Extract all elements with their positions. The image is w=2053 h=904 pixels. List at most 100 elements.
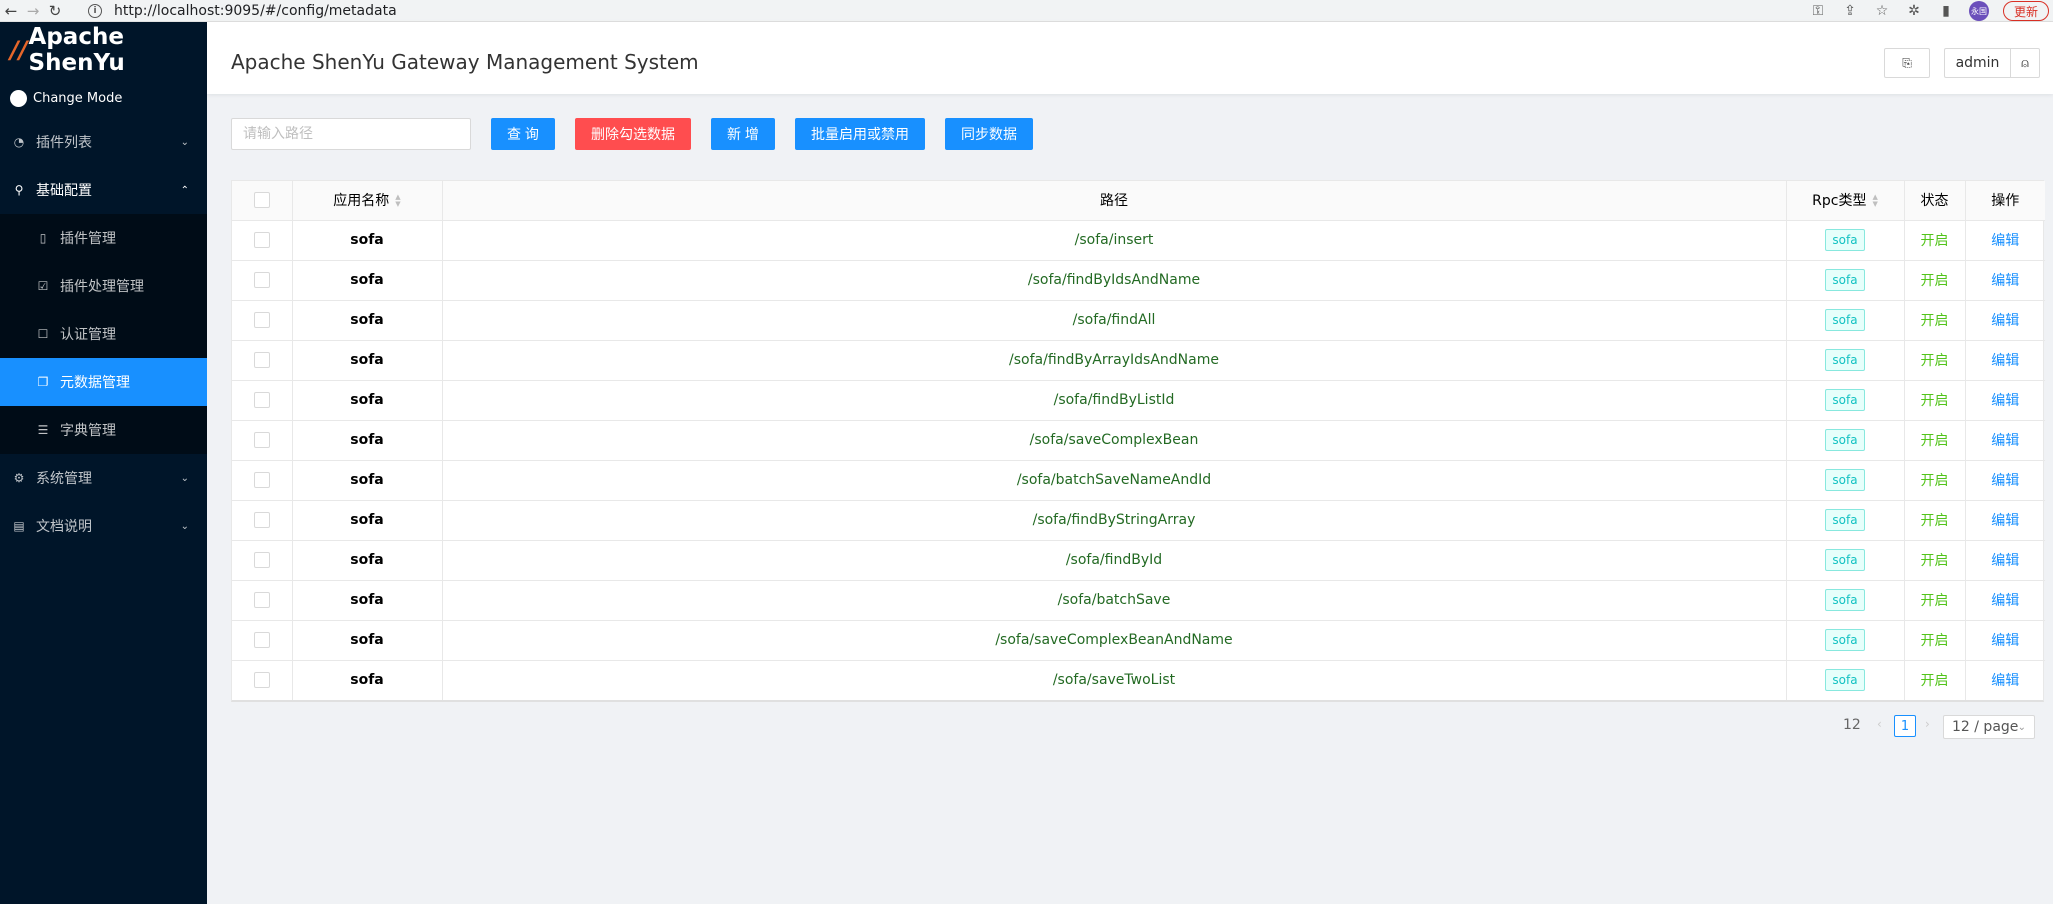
query-button[interactable]: 查 询	[491, 118, 555, 150]
profile-avatar[interactable]: 永国	[1968, 1, 1989, 21]
sort-icon[interactable]: ▲ ▼	[395, 194, 400, 208]
select-all-checkbox[interactable]	[253, 192, 270, 209]
sort-icon[interactable]: ▲ ▼	[1872, 194, 1877, 208]
row-checkbox[interactable]	[253, 552, 270, 568]
sidebar-item-label: 基础配置	[36, 183, 92, 199]
update-button[interactable]: 更新	[2002, 1, 2049, 21]
sidebar-item-plugin-management[interactable]: ▯ 插件管理	[0, 214, 207, 262]
sidebar-item-metadata-management[interactable]: ❐ 元数据管理	[0, 358, 207, 406]
row-checkbox[interactable]	[253, 632, 270, 648]
user-avatar-button[interactable]: ⍝	[2010, 48, 2040, 78]
sidebar-item-plugin-handle-management[interactable]: ☑ 插件处理管理	[0, 262, 207, 310]
info-icon[interactable]: i	[88, 4, 102, 18]
path-cell: /sofa/findByListId	[442, 380, 1787, 421]
table-body: sofa/sofa/insert sofa 开启 编辑 sofa/sofa/findBy…	[232, 220, 2045, 700]
action-cell: 编辑	[1965, 300, 2045, 341]
browser-toolbar: ← → ↻ i http://localhost:9095/#/config/m…	[0, 0, 2053, 22]
row-checkbox[interactable]	[253, 672, 270, 689]
row-checkbox[interactable]	[253, 512, 270, 528]
table-row: sofa/sofa/findAll sofa 开启 编辑	[232, 300, 2045, 341]
edit-link[interactable]: 编辑	[1991, 673, 2019, 689]
batch-enable-button[interactable]: 批量启用或禁用	[795, 118, 925, 150]
sidepanel-icon[interactable]: ▮	[1937, 3, 1955, 19]
edit-link[interactable]: 编辑	[1991, 233, 2019, 249]
sidebar-item-system-management[interactable]: ⚙ 系统管理 ⌄	[0, 454, 207, 502]
forward-icon[interactable]: →	[22, 0, 44, 22]
sidebar-item-docs[interactable]: ▤ 文档说明 ⌄	[0, 502, 207, 550]
edit-link[interactable]: 编辑	[1991, 353, 2019, 369]
row-checkbox[interactable]	[253, 352, 270, 368]
path-search-input[interactable]	[231, 118, 471, 150]
url-text: http://localhost:9095/#/config/metadata	[114, 3, 397, 19]
edit-link[interactable]: 编辑	[1991, 393, 2019, 409]
status-cell: 开启	[1904, 340, 1966, 381]
rpc-type-cell: sofa	[1786, 460, 1905, 501]
rpc-type-cell: sofa	[1786, 500, 1905, 541]
row-checkbox[interactable]	[253, 392, 270, 408]
delete-selected-button[interactable]: 删除勾选数据	[575, 118, 691, 150]
action-cell: 编辑	[1965, 540, 2045, 581]
change-mode-toggle[interactable]: Change Mode	[0, 78, 207, 118]
rpc-type-cell: sofa	[1786, 580, 1905, 621]
sidebar: // Apache ShenYu Change Mode ◔ 插件列表 ⌄ ⚲ …	[0, 22, 207, 904]
action-cell: 编辑	[1965, 660, 2045, 700]
edit-link[interactable]: 编辑	[1991, 473, 2019, 489]
column-app-name[interactable]: 应用名称 ▲ ▼	[292, 181, 443, 221]
status-cell: 开启	[1904, 620, 1966, 661]
path-cell: /sofa/saveTwoList	[442, 660, 1787, 700]
browser-actions: ⚿ ⇪ ☆ ✲ ▮ 永国 更新	[1809, 0, 2053, 22]
star-icon[interactable]: ☆	[1873, 3, 1891, 19]
column-rpc-type[interactable]: Rpc类型 ▲ ▼	[1786, 181, 1905, 221]
edit-link[interactable]: 编辑	[1991, 313, 2019, 329]
rpc-type-cell: sofa	[1786, 420, 1905, 461]
share-icon[interactable]: ⇪	[1841, 3, 1859, 19]
row-checkbox[interactable]	[253, 432, 270, 448]
app-name-cell: sofa	[292, 460, 443, 501]
key-icon[interactable]: ⚿	[1809, 3, 1827, 19]
row-checkbox[interactable]	[253, 272, 270, 288]
rpc-type-cell: sofa	[1786, 220, 1905, 261]
address-bar[interactable]: i http://localhost:9095/#/config/metadat…	[88, 1, 1798, 21]
page-size-select[interactable]: 12 / page ⌄	[1943, 715, 2035, 739]
page-title: Apache ShenYu Gateway Management System	[231, 50, 699, 74]
column-status: 状态	[1904, 181, 1966, 221]
import-icon: ⎘	[1902, 55, 1912, 70]
back-icon[interactable]: ←	[0, 0, 22, 22]
row-checkbox[interactable]	[253, 472, 270, 488]
edit-link[interactable]: 编辑	[1991, 433, 2019, 449]
import-button[interactable]: ⎘	[1884, 48, 1930, 78]
extensions-icon[interactable]: ✲	[1905, 3, 1923, 19]
reload-icon[interactable]: ↻	[44, 0, 66, 22]
edit-link[interactable]: 编辑	[1991, 273, 2019, 289]
edit-link[interactable]: 编辑	[1991, 593, 2019, 609]
rpc-type-tag: sofa	[1825, 469, 1865, 491]
row-select-cell	[232, 460, 293, 501]
row-checkbox[interactable]	[253, 312, 270, 328]
status-cell: 开启	[1904, 300, 1966, 341]
app-name-cell: sofa	[292, 500, 443, 541]
pagination-prev-icon[interactable]: ‹	[1877, 717, 1882, 731]
status-cell: 开启	[1904, 260, 1966, 301]
row-checkbox[interactable]	[253, 232, 270, 248]
edit-link[interactable]: 编辑	[1991, 513, 2019, 529]
app-name-cell: sofa	[292, 260, 443, 301]
edit-link[interactable]: 编辑	[1991, 553, 2019, 569]
user-button[interactable]: admin	[1944, 48, 2010, 78]
row-select-cell	[232, 620, 293, 661]
pagination-page-1[interactable]: 1	[1894, 715, 1916, 737]
table-row: sofa/sofa/findByStringArray sofa 开启 编辑	[232, 500, 2045, 541]
logo[interactable]: // Apache ShenYu	[0, 22, 207, 78]
chevron-up-icon: ⌃	[180, 184, 189, 196]
path-cell: /sofa/saveComplexBean	[442, 420, 1787, 461]
sidebar-item-plugin-list[interactable]: ◔ 插件列表 ⌄	[0, 118, 207, 166]
add-button[interactable]: 新 增	[711, 118, 775, 150]
sync-data-button[interactable]: 同步数据	[945, 118, 1033, 150]
row-checkbox[interactable]	[253, 592, 270, 608]
sidebar-item-dict-management[interactable]: ☰ 字典管理	[0, 406, 207, 454]
edit-link[interactable]: 编辑	[1991, 633, 2019, 649]
sidebar-item-auth-management[interactable]: ☐ 认证管理	[0, 310, 207, 358]
user-icon: ⍝	[2021, 55, 2029, 71]
audit-icon: ☐	[37, 327, 49, 341]
pagination-next-icon[interactable]: ›	[1925, 717, 1930, 731]
sidebar-item-basic-config[interactable]: ⚲ 基础配置 ⌃	[0, 166, 207, 214]
